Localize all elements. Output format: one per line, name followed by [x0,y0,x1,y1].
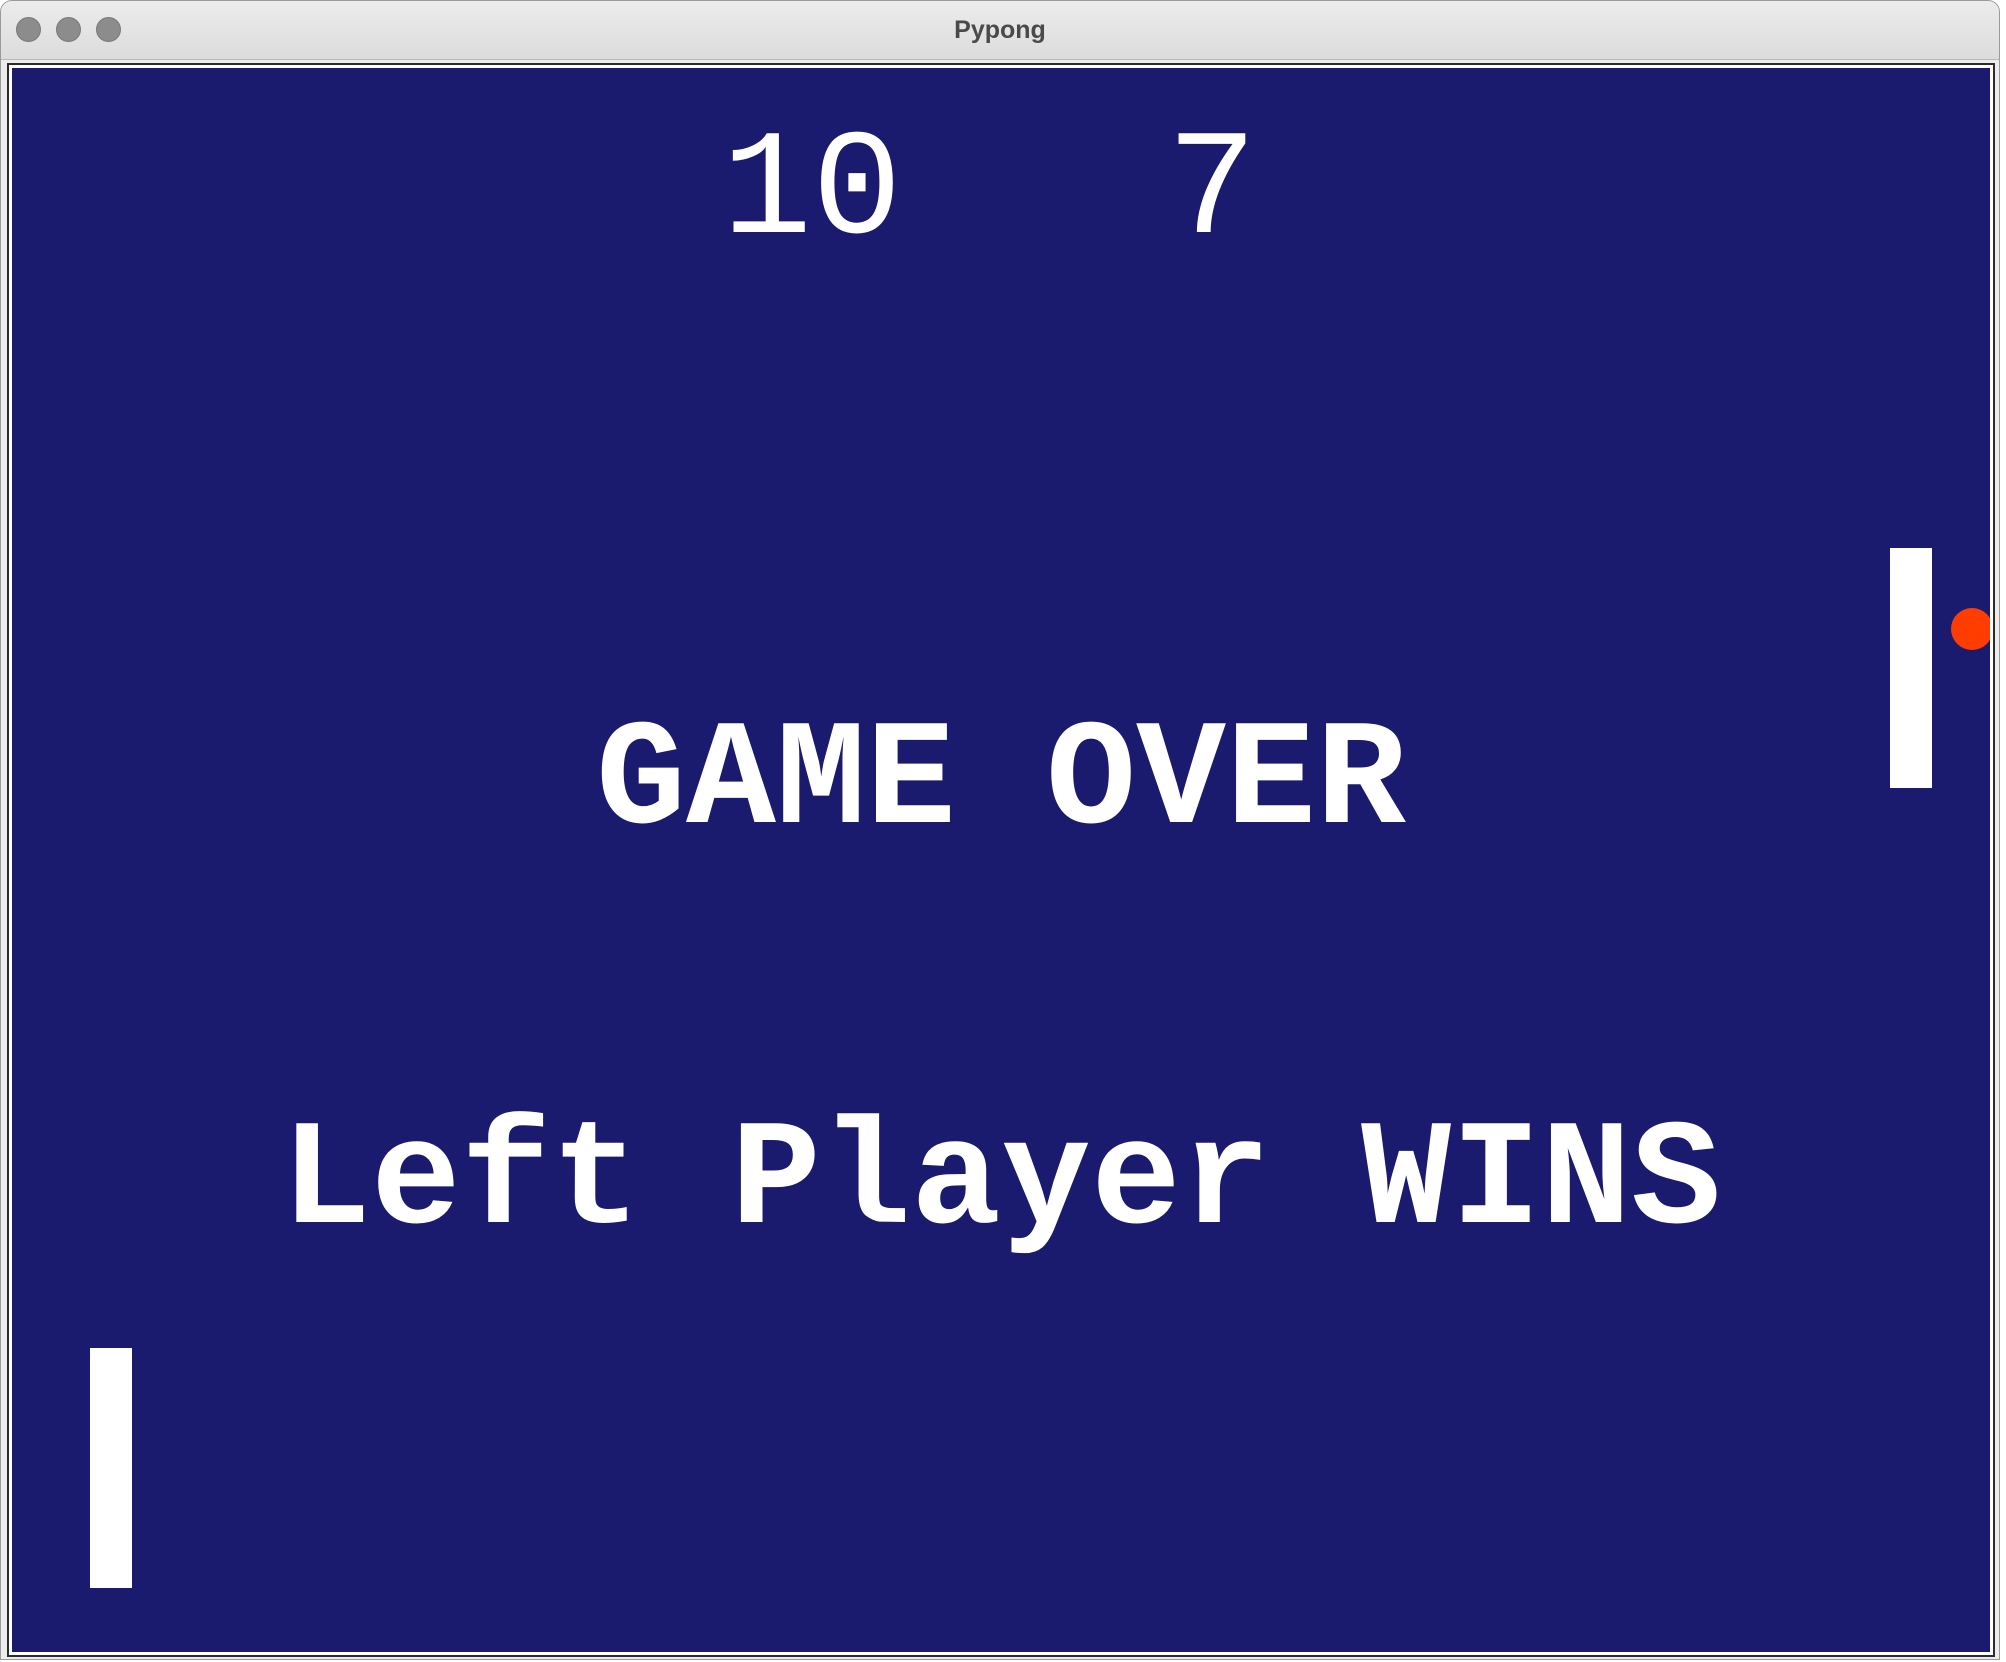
left-player-score: 10 [722,108,903,278]
game-frame: 10 7 GAME OVER Left Player WINS [7,63,1995,1657]
left-paddle [90,1348,132,1588]
title-bar[interactable]: Pypong [1,1,1999,60]
game-over-message: GAME OVER [595,698,1407,868]
app-window: Pypong 10 7 GAME OVER Left Player WINS [0,0,2000,1660]
game-canvas[interactable]: 10 7 GAME OVER Left Player WINS [12,68,1990,1652]
right-player-score: 7 [1167,108,1258,278]
ball [1951,608,1990,650]
window-title: Pypong [954,16,1046,44]
right-paddle [1890,548,1932,788]
winner-message: Left Player WINS [280,1098,1722,1268]
